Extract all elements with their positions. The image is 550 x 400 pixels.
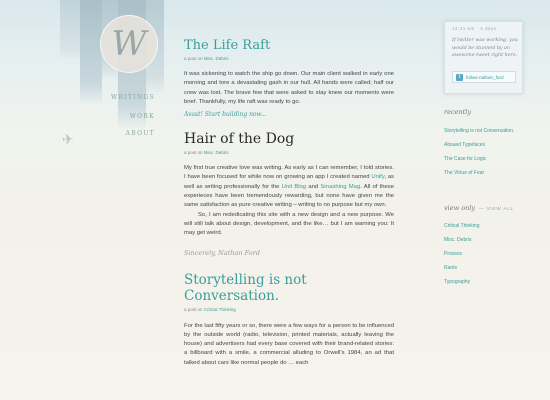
nav-item-writings[interactable]: Writings	[95, 94, 155, 101]
read-more-link[interactable]: Avast! Start building now...	[184, 111, 394, 118]
post-storytelling: Storytelling is not Conversation. a post…	[184, 272, 394, 368]
unify-link[interactable]: Unify	[371, 174, 384, 180]
text-run: My first true creative love was writing.…	[184, 165, 394, 181]
unit-blog-link[interactable]: Unit Blog	[282, 184, 306, 190]
post-signature: Sincerely, Nathan Ford	[184, 248, 261, 257]
nav-item-work[interactable]: Work	[95, 113, 155, 120]
tweet-text: If twitter was working, you would be stu…	[452, 38, 518, 58]
post-category-link[interactable]: Critical Thinking	[204, 307, 236, 312]
view-all-label[interactable]: view all	[487, 206, 514, 211]
post-title[interactable]: Hair of the Dog	[184, 131, 394, 147]
recent-post-link[interactable]: The Case for Logic	[444, 156, 486, 162]
post-category-link[interactable]: Misc. Debris	[204, 150, 229, 155]
tweet-widget: 12:31 am · 4 days If twitter was working…	[444, 21, 523, 94]
follow-label: follow nathan_ford	[466, 74, 504, 80]
post-title[interactable]: The Life Raft	[184, 38, 394, 53]
post-excerpt: It was sickening to watch the ship go do…	[184, 71, 394, 105]
recent-post-link[interactable]: Storytelling is not Conversation.	[444, 128, 514, 134]
text-run: and	[306, 183, 321, 190]
tweet-timestamp: 12:31 am · 4 days	[452, 26, 497, 31]
view-only-label: view only	[444, 204, 476, 212]
twitter-icon: t	[456, 73, 463, 81]
follow-button[interactable]: t follow nathan_ford	[452, 71, 516, 83]
post-meta-prefix: a post on	[184, 306, 203, 312]
view-all-link[interactable]: — view all	[479, 206, 514, 211]
category-link[interactable]: Critical Thinking	[444, 223, 479, 229]
post-title[interactable]: Storytelling is not Conversation.	[184, 272, 394, 304]
view-only-heading: view only — view all	[444, 204, 514, 212]
post-meta-prefix: a post on	[184, 150, 203, 156]
category-link[interactable]: Rants	[444, 265, 457, 271]
post-meta: a post on Misc. Debris	[184, 56, 394, 61]
post-paragraph: My first true creative love was writing.…	[184, 164, 394, 210]
main-content: The Life Raft a post on Misc. Debris It …	[184, 38, 394, 368]
airplane-icon: ✈	[61, 130, 75, 148]
post-the-life-raft: The Life Raft a post on Misc. Debris It …	[184, 38, 394, 118]
post-paragraph: So, I am rededicating this site with a n…	[184, 211, 394, 237]
recent-post-link[interactable]: The Virtue of Fear	[444, 170, 484, 176]
post-meta: a post on Critical Thinking	[184, 307, 394, 312]
post-meta-prefix: a post on	[184, 56, 203, 61]
post-hair-of-the-dog: Hair of the Dog a post on Misc. Debris M…	[184, 131, 394, 256]
category-link[interactable]: Misc. Debris	[444, 237, 472, 243]
logo-letter: W	[111, 24, 147, 64]
smashing-mag-link[interactable]: Smashing Mag	[320, 184, 360, 190]
post-meta: a post on Misc. Debris	[184, 150, 394, 155]
post-category-link[interactable]: Misc. Debris	[204, 56, 229, 61]
recently-heading: recently	[444, 108, 471, 116]
site-logo[interactable]: W	[100, 15, 158, 73]
category-link[interactable]: Process	[444, 251, 462, 257]
category-link[interactable]: Typography	[444, 279, 470, 285]
recent-post-link[interactable]: Absued Typefaces	[444, 142, 485, 148]
post-excerpt: For the last fifty years or so, there we…	[184, 322, 394, 366]
nav-item-about[interactable]: About	[95, 130, 155, 137]
